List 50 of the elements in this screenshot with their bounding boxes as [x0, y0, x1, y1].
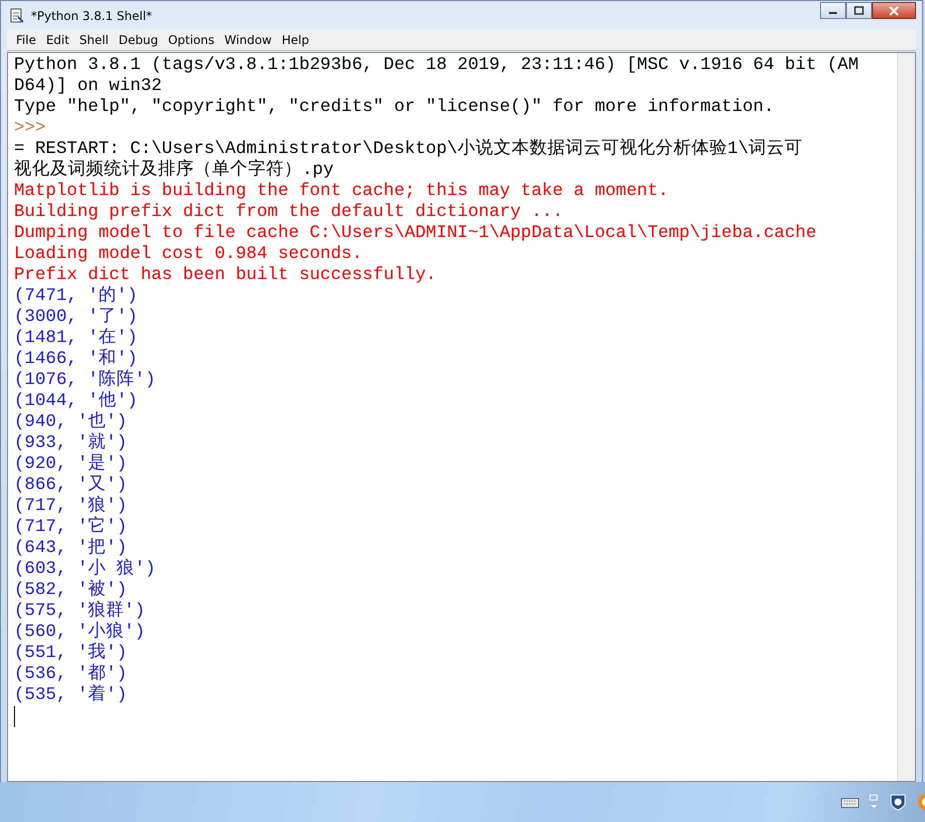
result-line: (1076, '陈阵') [14, 370, 156, 391]
result-line: (1466, '和') [14, 349, 138, 370]
menu-item[interactable]: Edit [41, 33, 74, 47]
menu-item[interactable]: Window [219, 33, 277, 47]
output-line: D64)] on win32 [14, 76, 162, 97]
keyboard-icon[interactable] [841, 796, 859, 808]
text-cursor [14, 706, 15, 727]
result-line: (1481, '在') [14, 328, 138, 348]
result-line: (535, '着') [14, 685, 128, 706]
close-icon [888, 6, 900, 16]
app-icon [9, 8, 25, 24]
close-button[interactable] [872, 2, 916, 19]
menu-item[interactable]: File [11, 33, 42, 47]
result-line: (603, '小 狼') [14, 559, 156, 580]
result-line: (643, '把') [14, 538, 128, 558]
menu-item[interactable]: Debug [114, 33, 164, 47]
result-line: (582, '被') [14, 580, 128, 600]
result-line: (575, '狼群') [14, 601, 146, 622]
error-line: Dumping model to file cache C:\Users\ADMINI~1\AppData\Local\Temp\jieba.cache [14, 223, 816, 244]
minimize-button[interactable] [820, 2, 846, 19]
error-line: Matplotlib is building the font cache; this may take a moment. [14, 181, 669, 202]
scrollbar[interactable] [897, 53, 915, 781]
result-line: (717, '狼') [14, 496, 128, 516]
output-line: 视化及词频统计及排序（单个字符）.py [14, 160, 334, 181]
window-title: *Python 3.8.1 Shell* [31, 8, 152, 22]
result-line: (920, '是') [14, 454, 128, 475]
maximize-icon [854, 6, 864, 15]
result-line: (866, '又') [14, 475, 128, 496]
shield-icon[interactable] [889, 793, 907, 811]
result-line: (551, '我') [14, 643, 128, 664]
result-line: (536, '都') [14, 664, 128, 684]
result-line: (7471, '的') [14, 286, 138, 307]
result-line: (933, '就') [14, 433, 128, 454]
menu-item[interactable]: Options [163, 33, 220, 47]
error-line: Prefix dict has been built successfully. [14, 265, 436, 286]
output-line: Type "help", "copyright", "credits" or "license()" for more information. [14, 97, 774, 118]
menu-item[interactable]: Shell [74, 33, 114, 47]
result-line: (940, '也') [14, 412, 128, 432]
result-line: (1044, '他') [14, 391, 138, 412]
output-line: = RESTART: C:\Users\Administrator\Desktop\小说文本数据词云可视化分析体验1\词云可 [14, 139, 803, 159]
shell-prompt: >>> [14, 118, 46, 139]
error-line: Loading model cost 0.984 seconds. [14, 244, 362, 265]
maximize-button[interactable] [846, 2, 872, 19]
result-line: (717, '它') [14, 517, 128, 538]
menu-item[interactable]: Help [276, 33, 314, 47]
result-line: (3000, '了') [14, 307, 138, 328]
tray-icon[interactable] [917, 793, 925, 811]
error-line: Building prefix dict from the default dictionary ... [14, 202, 564, 223]
output-line: Python 3.8.1 (tags/v3.8.1:1b293b6, Dec 18 2019, 23:11:46) [MSC v.1916 64 bit (AM [14, 55, 859, 76]
result-line: (560, '小狼') [14, 622, 146, 642]
